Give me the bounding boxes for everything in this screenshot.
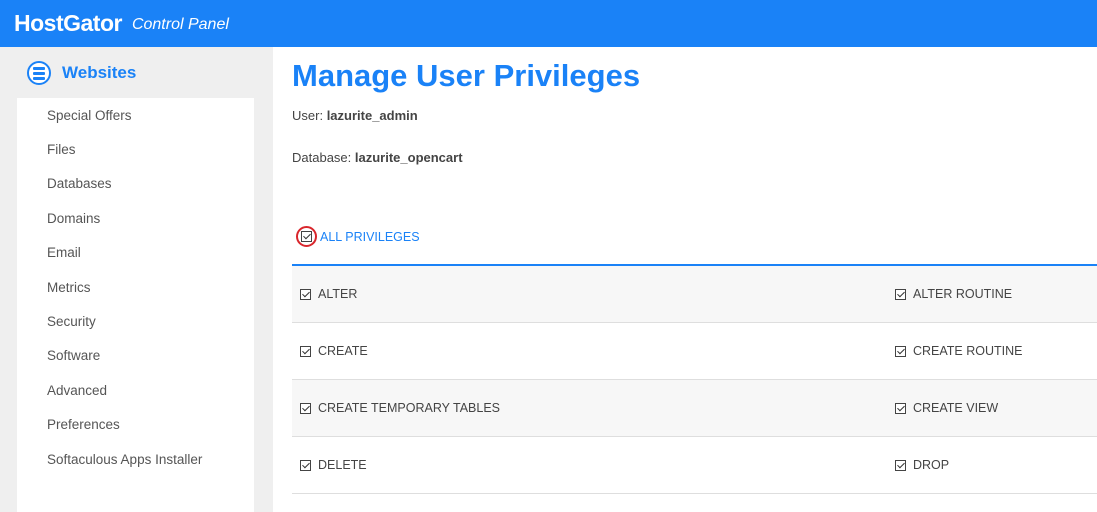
database-value: lazurite_opencart (354, 150, 463, 165)
privilege-label: CREATE (318, 344, 368, 358)
privilege-label: CREATE ROUTINE (913, 344, 1023, 358)
user-label: User: (292, 108, 324, 123)
privilege-checkbox[interactable] (300, 459, 311, 471)
sidebar-item-security[interactable]: Security (47, 314, 96, 329)
privilege-create-view[interactable]: CREATE VIEW (895, 380, 998, 436)
sidebar-section-websites[interactable]: Websites (27, 61, 136, 85)
privilege-create-temporary-tables[interactable]: CREATE TEMPORARY TABLES (300, 380, 500, 436)
privilege-label: DROP (913, 458, 950, 472)
brand-logo[interactable]: HostGator (14, 10, 122, 37)
sidebar-item-email[interactable]: Email (47, 245, 81, 260)
sidebar-item-metrics[interactable]: Metrics (47, 280, 91, 295)
privilege-row: ALTER ALTER ROUTINE (292, 266, 1097, 323)
sidebar-menu: Special Offers Files Databases Domains E… (17, 98, 254, 512)
user-value: lazurite_admin (326, 108, 418, 123)
privilege-drop[interactable]: DROP (895, 437, 949, 493)
privilege-label: ALTER (318, 287, 358, 301)
privilege-checkbox[interactable] (300, 345, 311, 357)
user-line: User: lazurite_admin (292, 108, 418, 123)
privilege-label: CREATE VIEW (913, 401, 999, 415)
all-privileges-option[interactable]: ALL PRIVILEGES (296, 226, 420, 247)
privilege-checkbox[interactable] (300, 402, 311, 414)
highlight-ring (296, 226, 317, 247)
privilege-create[interactable]: CREATE (300, 323, 368, 379)
privilege-label: DELETE (318, 458, 367, 472)
privilege-delete[interactable]: DELETE (300, 437, 367, 493)
privilege-checkbox[interactable] (895, 459, 906, 471)
sidebar-item-domains[interactable]: Domains (47, 211, 100, 226)
all-privileges-label[interactable]: ALL PRIVILEGES (320, 230, 420, 244)
database-line: Database: lazurite_opencart (292, 150, 463, 165)
sidebar-item-preferences[interactable]: Preferences (47, 417, 120, 432)
privilege-label: CREATE TEMPORARY TABLES (318, 401, 501, 415)
privilege-row: DELETE DROP (292, 437, 1097, 494)
database-label: Database: (292, 150, 352, 165)
server-stack-icon (27, 61, 51, 85)
sidebar-item-advanced[interactable]: Advanced (47, 383, 107, 398)
privilege-create-routine[interactable]: CREATE ROUTINE (895, 323, 1023, 379)
privilege-checkbox[interactable] (300, 288, 311, 300)
sidebar-item-softaculous[interactable]: Softaculous Apps Installer (47, 452, 202, 467)
page-title: Manage User Privileges (292, 58, 641, 93)
sidebar-item-software[interactable]: Software (47, 348, 100, 363)
sidebar-item-files[interactable]: Files (47, 142, 76, 157)
sidebar-item-special-offers[interactable]: Special Offers (47, 108, 132, 123)
privilege-alter[interactable]: ALTER (300, 266, 357, 322)
privilege-checkbox[interactable] (895, 402, 906, 414)
all-privileges-checkbox[interactable] (301, 231, 312, 242)
sidebar-item-databases[interactable]: Databases (47, 176, 112, 191)
privilege-label: ALTER ROUTINE (913, 287, 1013, 301)
top-bar: HostGator Control Panel (0, 0, 1097, 47)
privilege-row: CREATE TEMPORARY TABLES CREATE VIEW (292, 380, 1097, 437)
privilege-checkbox[interactable] (895, 345, 906, 357)
privilege-row: CREATE CREATE ROUTINE (292, 323, 1097, 380)
privilege-checkbox[interactable] (895, 288, 906, 300)
privilege-alter-routine[interactable]: ALTER ROUTINE (895, 266, 1012, 322)
brand-subtitle: Control Panel (131, 16, 229, 33)
sidebar-section-title: Websites (62, 63, 137, 82)
